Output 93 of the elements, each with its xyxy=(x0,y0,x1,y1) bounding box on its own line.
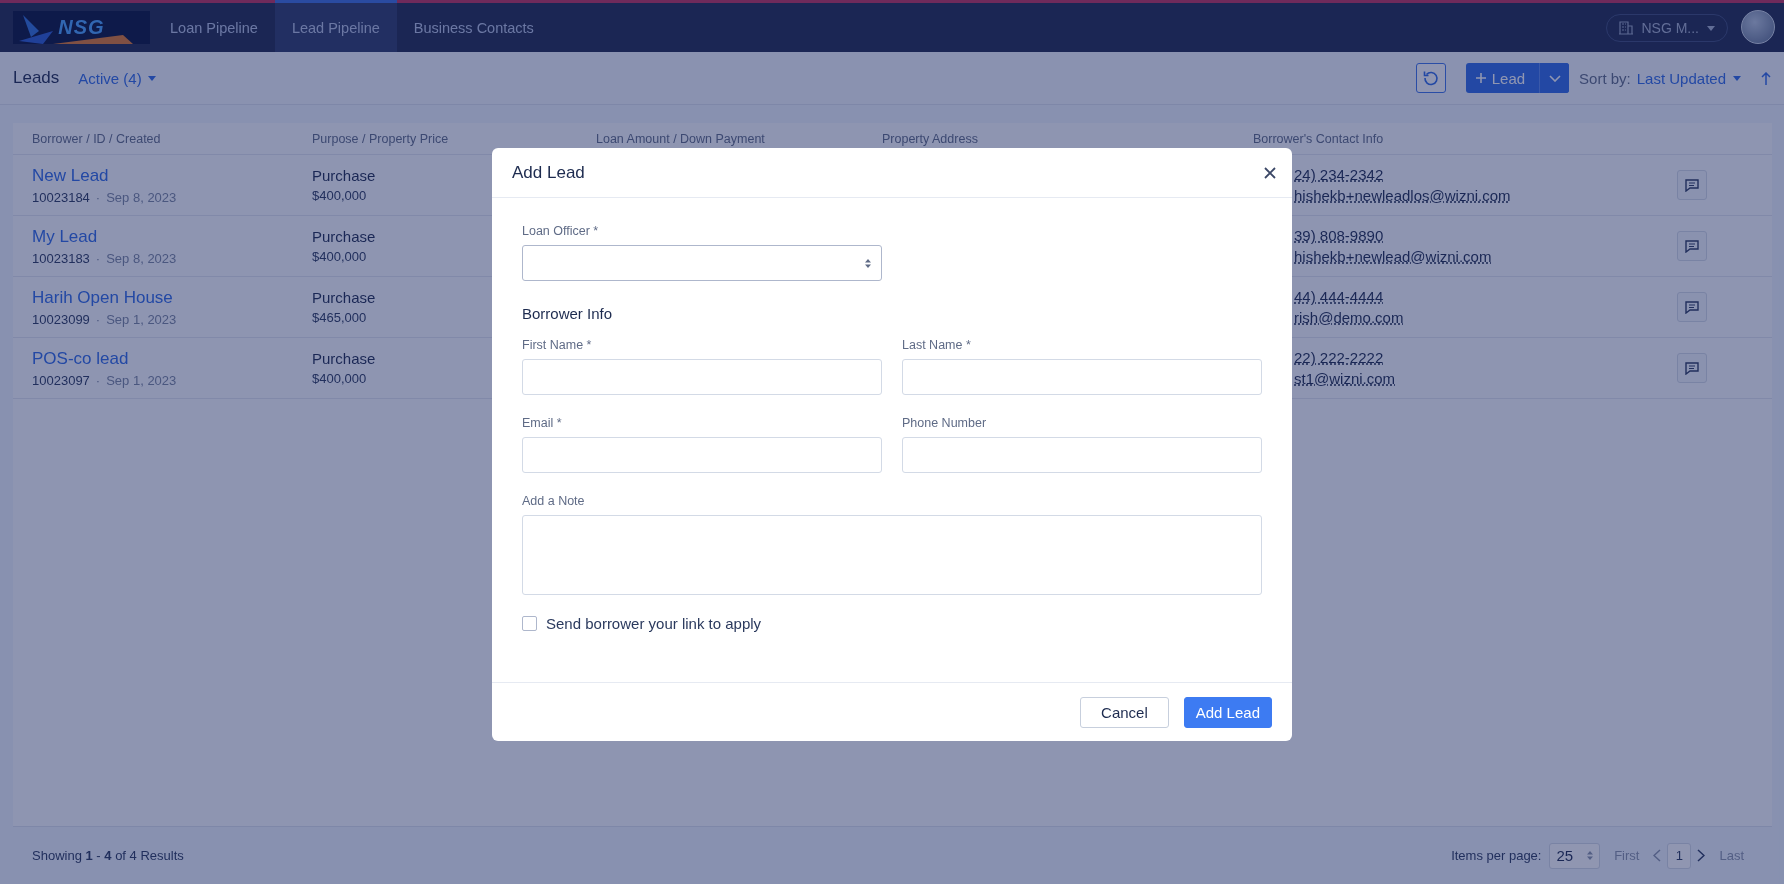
email-link[interactable]: rish@demo.com xyxy=(1294,309,1404,326)
plus-icon xyxy=(1475,73,1486,83)
loan-officer-select[interactable] xyxy=(522,245,882,281)
checkbox[interactable] xyxy=(522,616,537,631)
chat-icon xyxy=(1685,300,1699,314)
separator-dot: · xyxy=(95,189,101,205)
message-button[interactable] xyxy=(1677,170,1707,200)
lead-name-link[interactable]: Harih Open House xyxy=(32,287,173,308)
message-button[interactable] xyxy=(1677,353,1707,383)
input-field[interactable] xyxy=(902,437,1262,473)
checkbox-label: Send borrower your link to apply xyxy=(546,615,762,632)
caret-icon xyxy=(1707,25,1715,31)
email-link[interactable]: hishekb+newlead@wizni.com xyxy=(1294,248,1492,265)
field-label: Email * xyxy=(522,416,563,430)
building-icon xyxy=(1619,21,1634,35)
separator-dot: · xyxy=(95,250,101,266)
input-field[interactable] xyxy=(522,359,882,395)
nav-tab[interactable]: Business Contacts xyxy=(396,0,551,52)
refresh-icon xyxy=(1422,70,1439,86)
field-label: First Name * xyxy=(522,338,593,352)
arrow-up-icon xyxy=(1761,71,1771,85)
add-lead-button[interactable]: Add Lead xyxy=(1183,696,1272,728)
results-summary: Showing 1 - 4 of 4 Results xyxy=(32,848,184,863)
chat-icon xyxy=(1685,361,1699,375)
lead-id: 10023184 xyxy=(32,189,90,205)
column-header: Borrower / ID / Created xyxy=(32,131,162,146)
purpose-text: Purchase xyxy=(312,350,376,367)
items-per-page-select[interactable]: 25 xyxy=(1549,842,1601,869)
field-label: Add a Note xyxy=(522,494,586,508)
caret-icon xyxy=(1733,75,1741,81)
sort-label: Sort by: xyxy=(1579,69,1631,87)
lead-id: 10023097 xyxy=(32,372,90,388)
field-label: Loan Officer * xyxy=(522,224,600,238)
message-button[interactable] xyxy=(1677,292,1707,322)
status-filter[interactable]: Active (4) xyxy=(78,69,156,87)
nav-tab[interactable]: Loan Pipeline xyxy=(153,0,275,52)
created-date: Sep 1, 2023 xyxy=(106,311,177,327)
phone-link[interactable]: 39) 808-9890 xyxy=(1294,227,1384,244)
cancel-button[interactable]: Cancel xyxy=(1080,696,1169,728)
close-icon xyxy=(1264,166,1276,179)
page-title: Leads xyxy=(13,68,60,88)
field-label: Last Name * xyxy=(902,338,972,352)
message-button[interactable] xyxy=(1677,231,1707,261)
lead-id: 10023183 xyxy=(32,250,90,266)
note-field[interactable] xyxy=(522,515,1262,595)
dialog-title: Add Lead xyxy=(512,162,585,183)
separator-dot: · xyxy=(95,372,101,388)
property-price: $400,000 xyxy=(312,188,367,203)
created-date: Sep 8, 2023 xyxy=(106,189,177,205)
lead-name-link[interactable]: My Lead xyxy=(32,226,98,247)
separator-dot: · xyxy=(95,311,101,327)
avatar[interactable] xyxy=(1741,10,1775,44)
lead-name-link[interactable]: POS-co lead xyxy=(32,348,129,369)
dropdown-toggle[interactable] xyxy=(1539,63,1570,93)
phone-link[interactable]: 24) 234-2342 xyxy=(1294,166,1384,183)
sort-direction-button[interactable] xyxy=(1761,71,1771,85)
sort-arrows-icon xyxy=(865,258,871,268)
close-button[interactable] xyxy=(1264,166,1276,179)
caret-icon xyxy=(147,75,156,81)
current-page[interactable]: 1 xyxy=(1667,842,1692,869)
column-header: Purpose / Property Price xyxy=(312,131,450,146)
column-header: Property Address xyxy=(882,131,979,146)
logo: NSG xyxy=(13,11,150,44)
email-link[interactable]: hishekb+newleadlos@wizni.com xyxy=(1294,187,1511,204)
chat-icon xyxy=(1685,239,1699,253)
created-date: Sep 8, 2023 xyxy=(106,250,177,266)
purpose-text: Purchase xyxy=(312,289,376,306)
column-header: Loan Amount / Down Payment xyxy=(596,131,766,146)
created-date: Sep 1, 2023 xyxy=(106,372,177,388)
sort-dropdown[interactable]: Last Updated xyxy=(1636,69,1741,87)
column-header: Borrower's Contact Info xyxy=(1253,131,1385,146)
chat-icon xyxy=(1685,178,1699,192)
phone-link[interactable]: 22) 222-2222 xyxy=(1294,349,1384,366)
section-title: Borrower Info xyxy=(522,305,614,322)
lead-name-link[interactable]: New Lead xyxy=(32,165,109,186)
purpose-text: Purchase xyxy=(312,167,376,184)
purpose-text: Purchase xyxy=(312,228,376,245)
nav-tab[interactable]: Lead Pipeline xyxy=(274,0,397,52)
refresh-button[interactable] xyxy=(1415,63,1446,93)
property-price: $400,000 xyxy=(312,371,367,386)
property-price: $400,000 xyxy=(312,249,367,264)
property-price: $465,000 xyxy=(312,310,367,325)
chevron-left-icon[interactable] xyxy=(1653,849,1662,862)
chevron-right-icon[interactable] xyxy=(1697,849,1706,862)
items-per-page-label: Items per page: xyxy=(1451,848,1542,863)
input-field[interactable] xyxy=(522,437,882,473)
chevron-down-icon xyxy=(1548,74,1561,82)
sort-arrows-icon xyxy=(1587,851,1594,860)
phone-link[interactable]: 44) 444-4444 xyxy=(1294,288,1384,305)
email-link[interactable]: st1@wizni.com xyxy=(1294,370,1396,387)
lead-id: 10023099 xyxy=(32,311,90,327)
input-field[interactable] xyxy=(902,359,1262,395)
field-label: Phone Number xyxy=(902,416,988,430)
